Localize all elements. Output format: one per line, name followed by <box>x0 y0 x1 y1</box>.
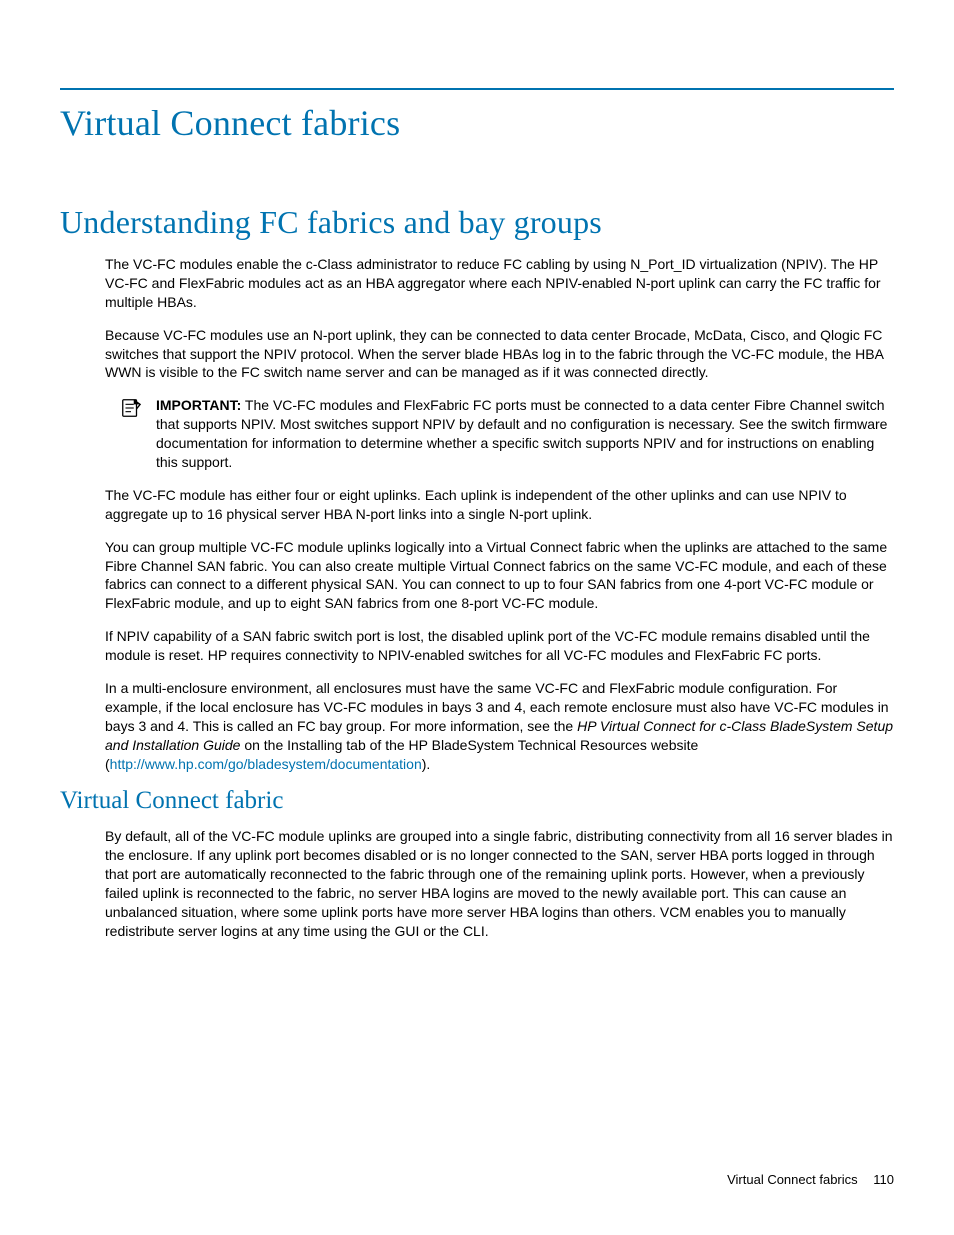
section-heading-understanding: Understanding FC fabrics and bay groups <box>60 204 894 241</box>
footer-title: Virtual Connect fabrics <box>727 1172 858 1187</box>
paragraph: If NPIV capability of a SAN fabric switc… <box>105 627 894 665</box>
section-heading-vcfabric: Virtual Connect fabric <box>60 787 894 815</box>
paragraph: Because VC-FC modules use an N-port upli… <box>105 326 894 383</box>
page-number: 110 <box>873 1172 894 1187</box>
paragraph: The VC-FC module has either four or eigh… <box>105 486 894 524</box>
paragraph: In a multi-enclosure environment, all en… <box>105 679 894 773</box>
important-note: IMPORTANT: The VC-FC modules and FlexFab… <box>120 396 894 472</box>
important-note-text: IMPORTANT: The VC-FC modules and FlexFab… <box>156 396 894 472</box>
important-label: IMPORTANT: <box>156 397 241 413</box>
page-title: Virtual Connect fabrics <box>60 102 894 144</box>
paragraph: The VC-FC modules enable the c-Class adm… <box>105 255 894 312</box>
important-body: The VC-FC modules and FlexFabric FC port… <box>156 397 887 470</box>
documentation-link[interactable]: http://www.hp.com/go/bladesystem/documen… <box>110 756 422 772</box>
top-rule <box>60 88 894 90</box>
note-icon <box>120 397 142 419</box>
text-segment: ). <box>422 756 431 772</box>
paragraph: You can group multiple VC-FC module upli… <box>105 538 894 614</box>
page-footer: Virtual Connect fabrics 110 <box>727 1172 894 1187</box>
paragraph: By default, all of the VC-FC module upli… <box>105 827 894 940</box>
